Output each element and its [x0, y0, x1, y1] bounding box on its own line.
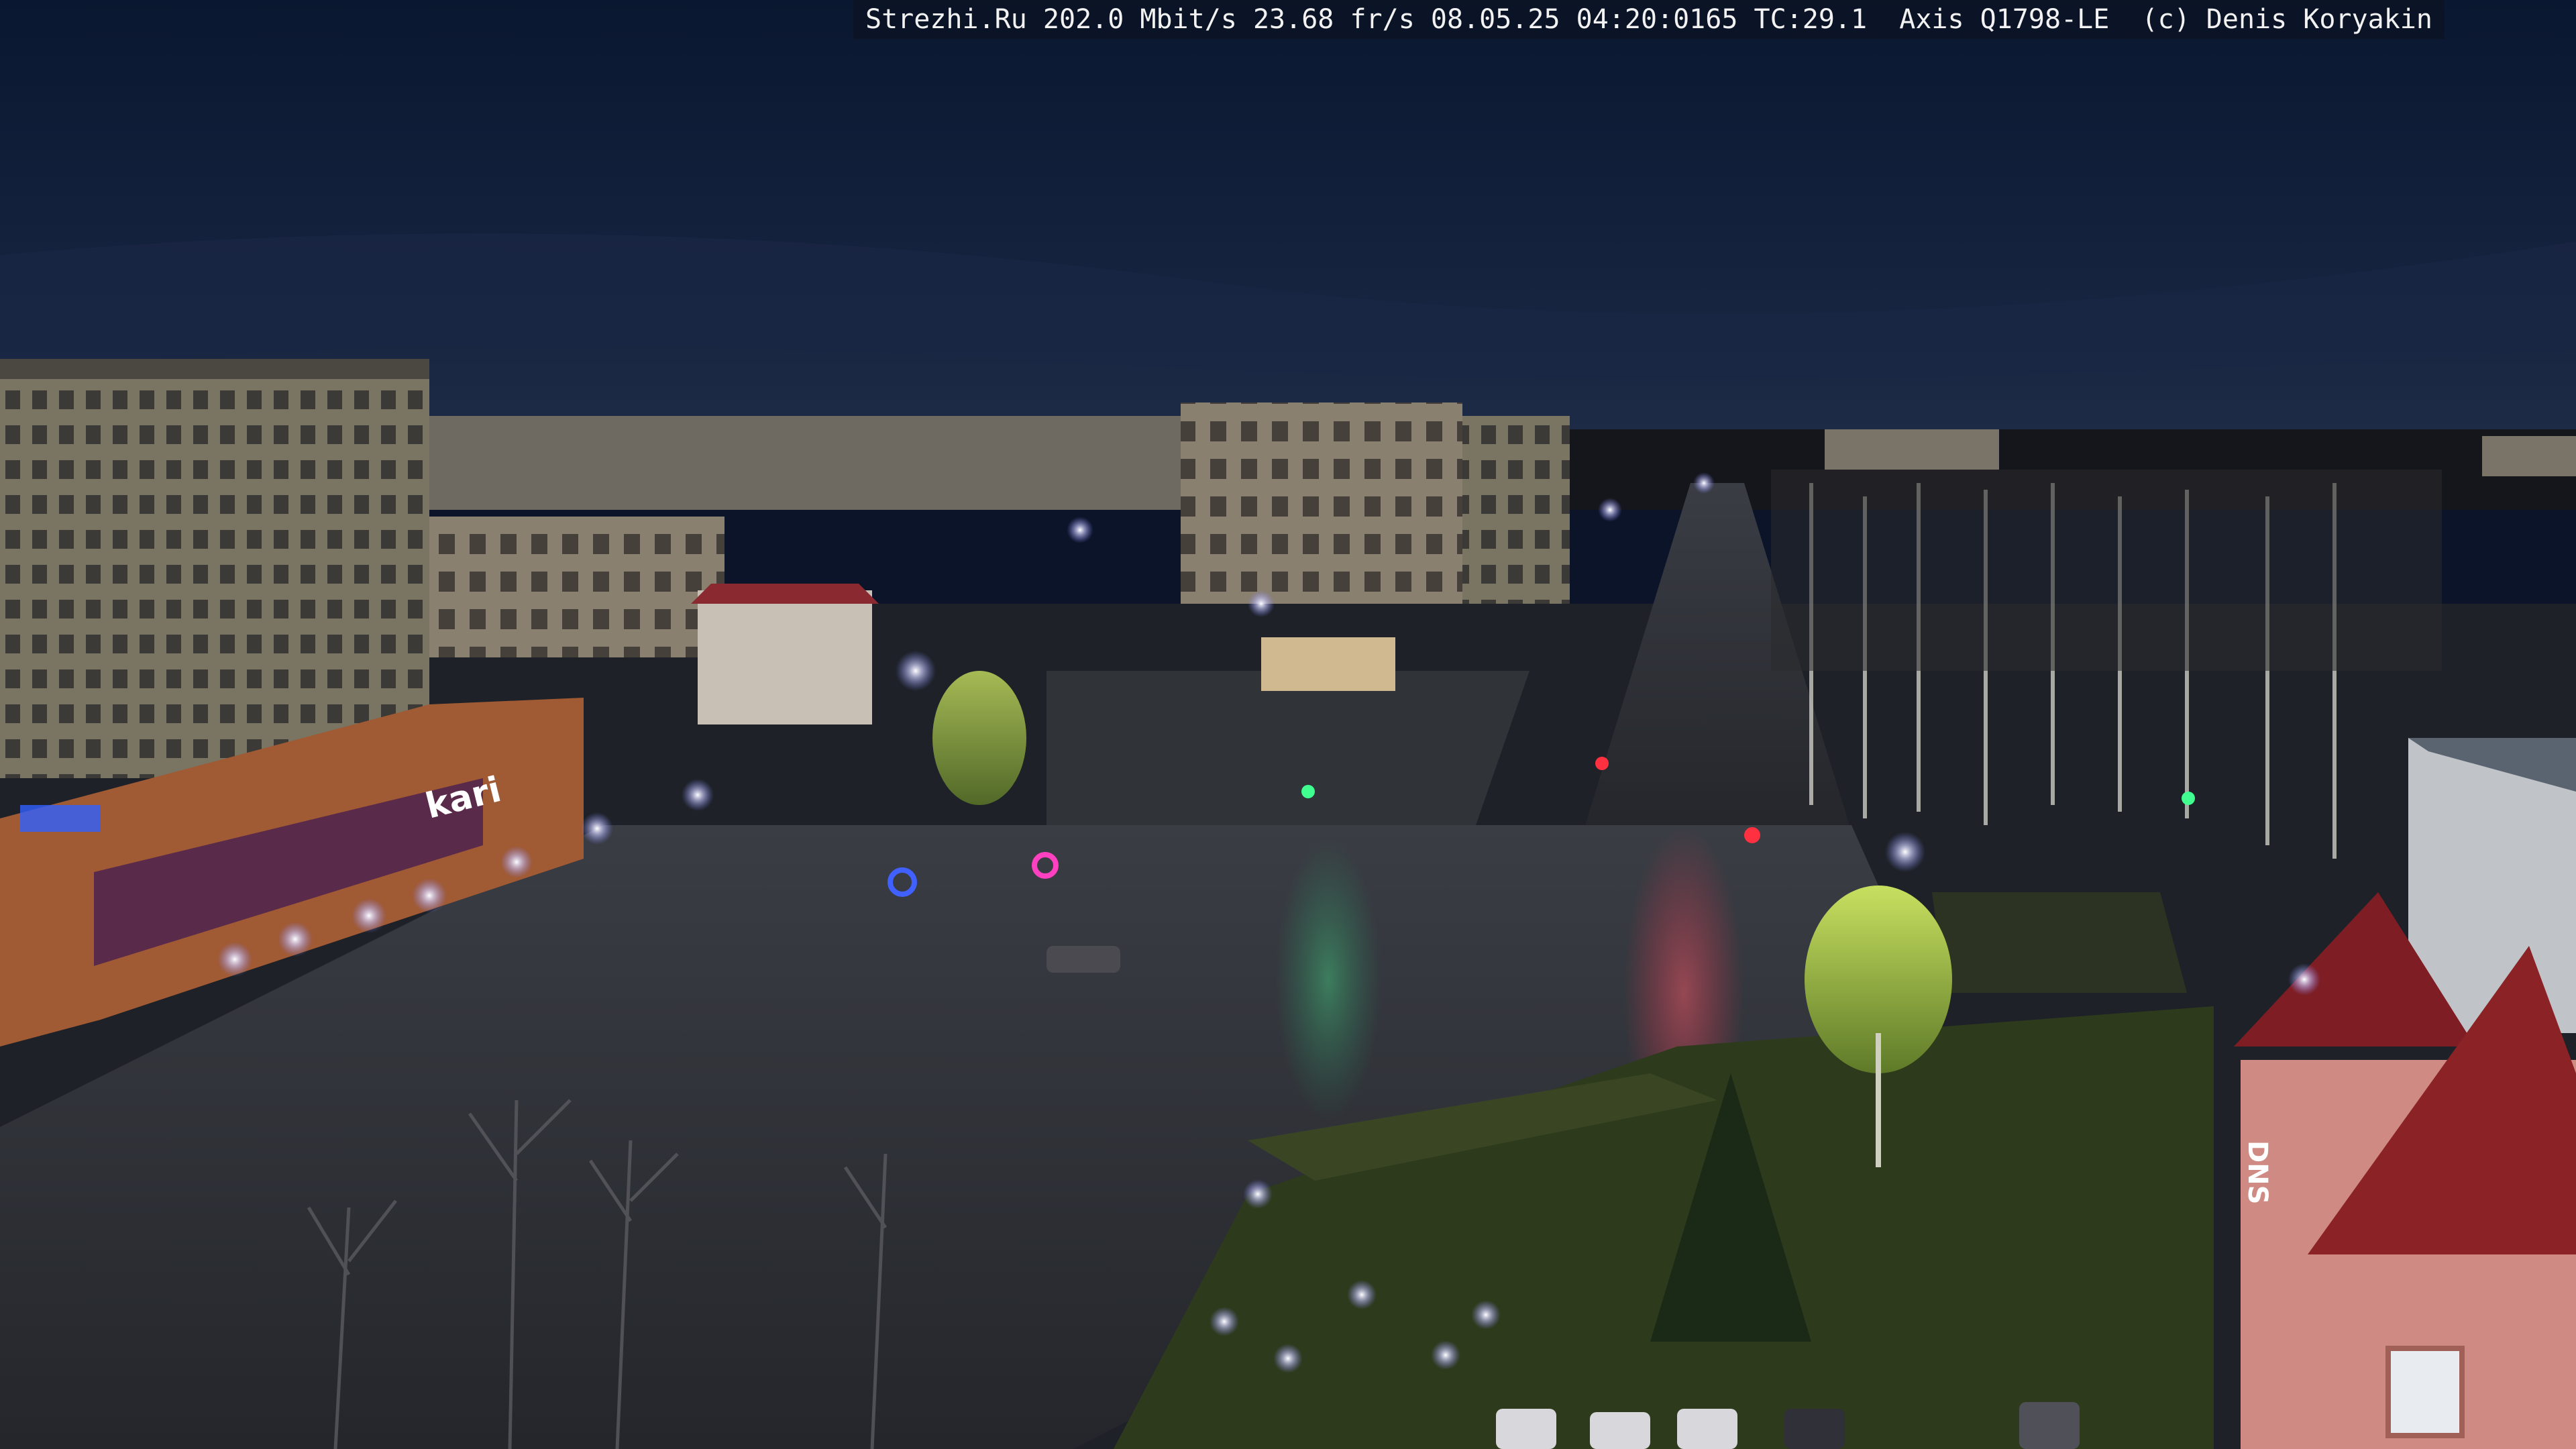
far-building-edge — [2482, 436, 2576, 476]
traffic-light-red — [1744, 827, 1760, 843]
forest-canopy — [1771, 470, 2442, 671]
camera-caption: Strezhi.Ru 202.0 Mbit/s 23.68 fr/s 08.05… — [853, 0, 2445, 39]
lit-tree-left — [932, 671, 1026, 805]
plaza — [1046, 671, 1529, 825]
red-roof — [691, 584, 879, 604]
camera-frame: kari DNS Strezhi.Ru 202.0 Mbit/s 23.68 f… — [0, 0, 2576, 1449]
tower-window — [2385, 1346, 2465, 1438]
reflection-green — [1275, 839, 1382, 1120]
apartment-roof — [0, 359, 429, 379]
traffic-light-green-2 — [2182, 792, 2195, 805]
plaza-kiosk — [1261, 637, 1395, 691]
far-building-right — [1825, 429, 1999, 470]
traffic-light-red-2 — [1595, 757, 1609, 770]
street-scene: kari DNS — [0, 0, 2576, 1449]
monument-lawn — [1932, 892, 2187, 993]
red-roof-house — [698, 590, 872, 724]
white-building — [429, 517, 724, 657]
central-tower-right — [1462, 416, 1570, 617]
blue-sign — [20, 805, 101, 832]
traffic-light-green — [1301, 785, 1315, 798]
parked-car — [1046, 946, 1120, 973]
tower-sign: DNS — [2242, 1140, 2273, 1205]
apartment-block-left — [0, 362, 429, 778]
